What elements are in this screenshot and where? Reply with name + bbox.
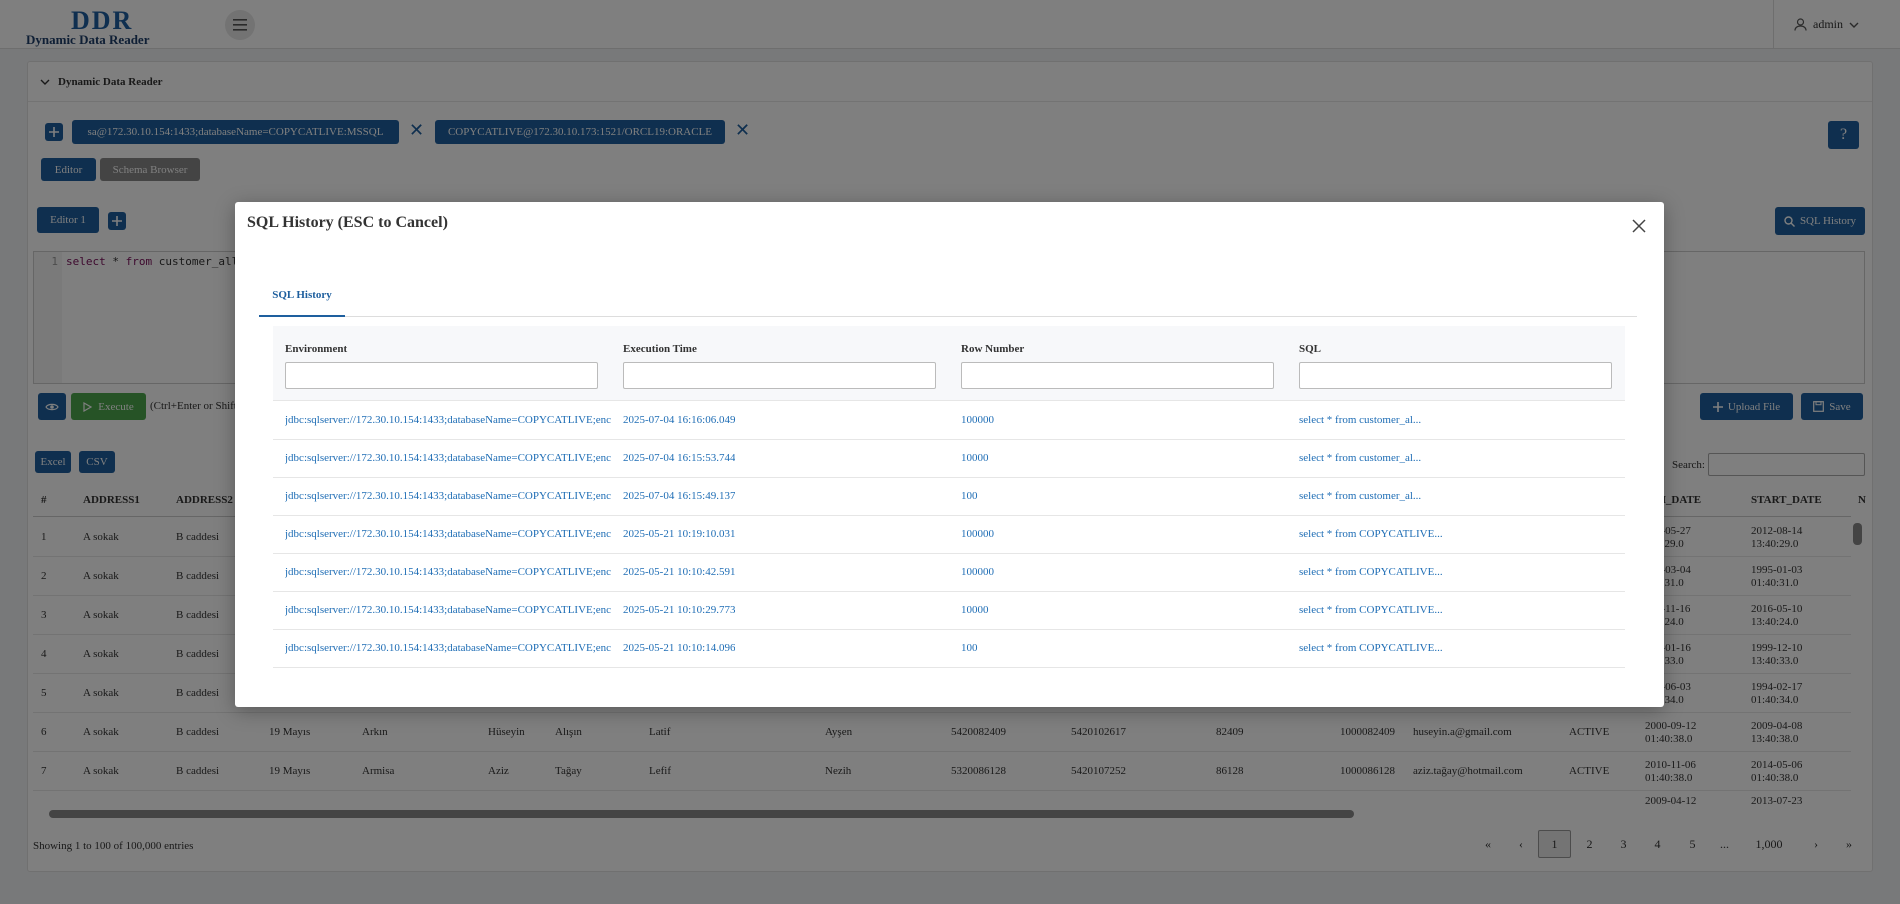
- environment-cell[interactable]: jdbc:sqlserver://172.30.10.154:1433;data…: [285, 452, 611, 464]
- row-number-cell[interactable]: 10000: [961, 452, 989, 464]
- sql-history-table: Environment Execution Time Row Number SQ…: [273, 326, 1625, 669]
- history-row[interactable]: jdbc:sqlserver://172.30.10.154:1433;data…: [273, 554, 1625, 592]
- sql-cell[interactable]: select * from customer_al...: [1299, 490, 1421, 502]
- environment-cell[interactable]: jdbc:sqlserver://172.30.10.154:1433;data…: [285, 528, 611, 540]
- history-row[interactable]: jdbc:sqlserver://172.30.10.154:1433;data…: [273, 440, 1625, 478]
- execution-time-cell[interactable]: 2025-05-21 10:10:14.096: [623, 642, 735, 654]
- execution-time-cell[interactable]: 2025-05-21 10:10:42.591: [623, 566, 735, 578]
- sql-history-modal: SQL History (ESC to Cancel) SQL History …: [235, 202, 1664, 707]
- column-header-environment[interactable]: Environment: [285, 343, 347, 355]
- tab-sql-history[interactable]: SQL History: [259, 274, 345, 317]
- environment-cell[interactable]: jdbc:sqlserver://172.30.10.154:1433;data…: [285, 604, 611, 616]
- execution-time-cell[interactable]: 2025-07-04 16:15:49.137: [623, 490, 735, 502]
- environment-cell[interactable]: jdbc:sqlserver://172.30.10.154:1433;data…: [285, 490, 611, 502]
- column-header-execution-time[interactable]: Execution Time: [623, 343, 697, 355]
- column-header-row-number[interactable]: Row Number: [961, 343, 1024, 355]
- row-number-cell[interactable]: 100: [961, 490, 978, 502]
- environment-cell[interactable]: jdbc:sqlserver://172.30.10.154:1433;data…: [285, 414, 611, 426]
- sql-cell[interactable]: select * from customer_al...: [1299, 414, 1421, 426]
- execution-time-cell[interactable]: 2025-07-04 16:15:53.744: [623, 452, 735, 464]
- history-table-header: Environment Execution Time Row Number SQ…: [273, 326, 1625, 401]
- row-number-cell[interactable]: 10000: [961, 604, 989, 616]
- modal-close-button[interactable]: [1629, 216, 1649, 236]
- row-number-cell[interactable]: 100000: [961, 414, 994, 426]
- sql-cell[interactable]: select * from COPYCATLIVE...: [1299, 566, 1443, 578]
- history-row[interactable]: jdbc:sqlserver://172.30.10.154:1433;data…: [273, 516, 1625, 554]
- sql-filter-input[interactable]: [1299, 362, 1612, 389]
- modal-title: SQL History (ESC to Cancel): [247, 214, 448, 231]
- history-row[interactable]: jdbc:sqlserver://172.30.10.154:1433;data…: [273, 592, 1625, 630]
- history-row[interactable]: jdbc:sqlserver://172.30.10.154:1433;data…: [273, 402, 1625, 440]
- sql-cell[interactable]: select * from COPYCATLIVE...: [1299, 604, 1443, 616]
- environment-filter-input[interactable]: [285, 362, 598, 389]
- row-number-cell[interactable]: 100000: [961, 528, 994, 540]
- row-number-cell[interactable]: 100000: [961, 566, 994, 578]
- execution-time-cell[interactable]: 2025-05-21 10:10:29.773: [623, 604, 735, 616]
- environment-cell[interactable]: jdbc:sqlserver://172.30.10.154:1433;data…: [285, 642, 611, 654]
- close-icon: [1632, 219, 1646, 233]
- row-number-filter-input[interactable]: [961, 362, 1274, 389]
- row-number-cell[interactable]: 100: [961, 642, 978, 654]
- column-header-sql[interactable]: SQL: [1299, 343, 1321, 355]
- execution-time-cell[interactable]: 2025-07-04 16:16:06.049: [623, 414, 735, 426]
- modal-tabs: SQL History: [259, 274, 1637, 317]
- history-row[interactable]: jdbc:sqlserver://172.30.10.154:1433;data…: [273, 630, 1625, 668]
- execution-time-cell[interactable]: 2025-05-21 10:19:10.031: [623, 528, 735, 540]
- environment-cell[interactable]: jdbc:sqlserver://172.30.10.154:1433;data…: [285, 566, 611, 578]
- sql-cell[interactable]: select * from customer_al...: [1299, 452, 1421, 464]
- sql-cell[interactable]: select * from COPYCATLIVE...: [1299, 528, 1443, 540]
- execution-time-filter-input[interactable]: [623, 362, 936, 389]
- sql-cell[interactable]: select * from COPYCATLIVE...: [1299, 642, 1443, 654]
- history-row[interactable]: jdbc:sqlserver://172.30.10.154:1433;data…: [273, 478, 1625, 516]
